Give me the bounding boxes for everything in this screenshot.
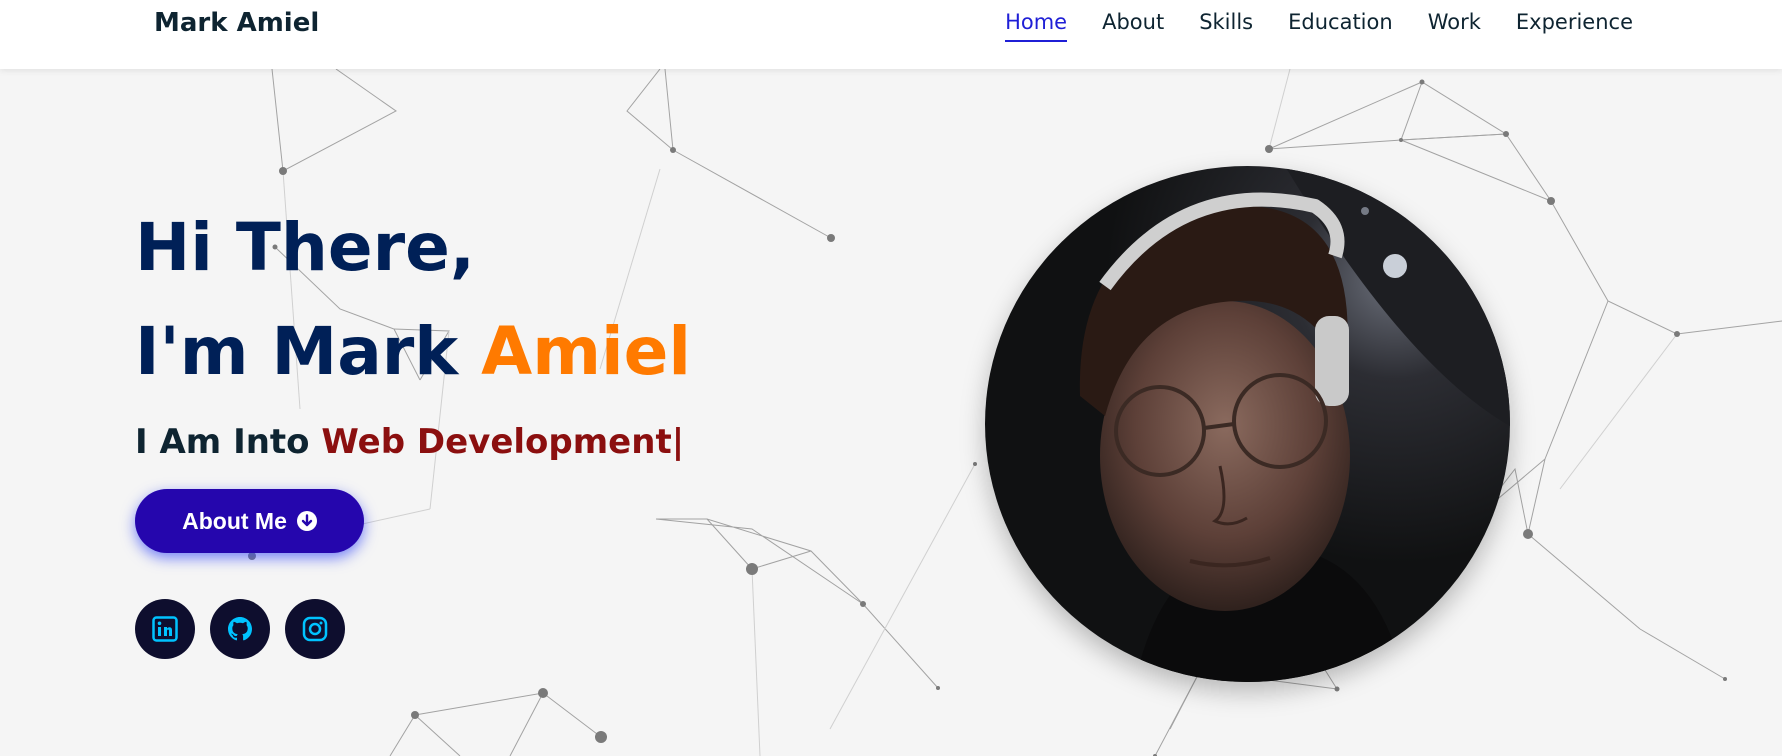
profile-portrait-illustration — [985, 166, 1510, 682]
typed-text: Web Development — [321, 422, 672, 462]
tagline-prefix: I Am Into — [135, 422, 322, 462]
tagline: I Am Into Web Development| — [135, 422, 691, 462]
nav-link-education[interactable]: Education — [1288, 10, 1393, 42]
brand-logo[interactable]: Mark Amiel — [154, 8, 319, 38]
nav-links: Home About Skills Education Work Experie… — [1005, 10, 1633, 42]
greeting-line-1: Hi There, — [135, 209, 475, 286]
github-link[interactable] — [210, 599, 270, 659]
linkedin-icon — [152, 616, 178, 642]
nav-link-about[interactable]: About — [1102, 10, 1164, 42]
instagram-icon — [302, 616, 328, 642]
about-me-button[interactable]: About Me — [135, 489, 364, 553]
arrow-down-circle-icon — [296, 511, 317, 531]
instagram-link[interactable] — [285, 599, 345, 659]
greeting-name-accent: Amiel — [481, 313, 692, 390]
nav-link-work[interactable]: Work — [1428, 10, 1481, 42]
github-icon — [228, 617, 252, 641]
greeting-name-prefix: I'm Mark — [135, 313, 482, 390]
linkedin-link[interactable] — [135, 599, 195, 659]
profile-photo — [985, 166, 1510, 682]
about-me-button-label: About Me — [182, 507, 287, 534]
social-links — [135, 599, 345, 659]
hero-text: Hi There, I'm Mark Amiel I Am Into Web D… — [135, 196, 691, 462]
nav-link-home[interactable]: Home — [1005, 10, 1068, 42]
greeting-heading: Hi There, I'm Mark Amiel — [135, 196, 691, 404]
nav-link-skills[interactable]: Skills — [1199, 10, 1253, 42]
navbar: Mark Amiel Home About Skills Education W… — [0, 0, 1782, 69]
nav-link-experience[interactable]: Experience — [1516, 10, 1633, 42]
typing-cursor: | — [671, 422, 685, 462]
